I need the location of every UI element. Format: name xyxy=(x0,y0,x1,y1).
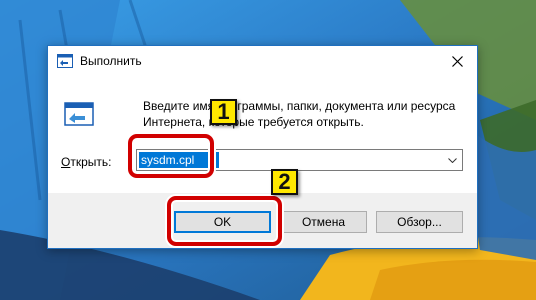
step-badge-2: 2 xyxy=(271,169,298,195)
description-line-1: Введите имя программы, папки, документа … xyxy=(143,99,456,113)
description-line-2: Интернета, которые требуется открыть. xyxy=(143,115,364,129)
title-bar: Выполнить xyxy=(48,46,477,76)
open-label-accesskey: О xyxy=(61,155,71,169)
highlight-input-annotation xyxy=(128,134,214,178)
close-icon xyxy=(451,55,463,67)
highlight-ok-annotation xyxy=(167,196,282,246)
dialog-description: Введите имя программы, папки, документа … xyxy=(143,98,473,130)
close-button[interactable] xyxy=(437,46,477,76)
open-label-text: ткрыть: xyxy=(70,155,112,169)
run-program-icon xyxy=(63,99,95,131)
step-badge-1: 1 xyxy=(210,99,237,125)
dropdown-arrow-button[interactable] xyxy=(444,150,460,170)
run-app-icon xyxy=(57,54,73,68)
dialog-title: Выполнить xyxy=(80,54,142,68)
cancel-button[interactable]: Отмена xyxy=(280,211,367,233)
chevron-down-icon xyxy=(447,157,457,163)
open-field-label: Открыть: xyxy=(61,155,111,169)
browse-button[interactable]: Обзор... xyxy=(376,211,463,233)
